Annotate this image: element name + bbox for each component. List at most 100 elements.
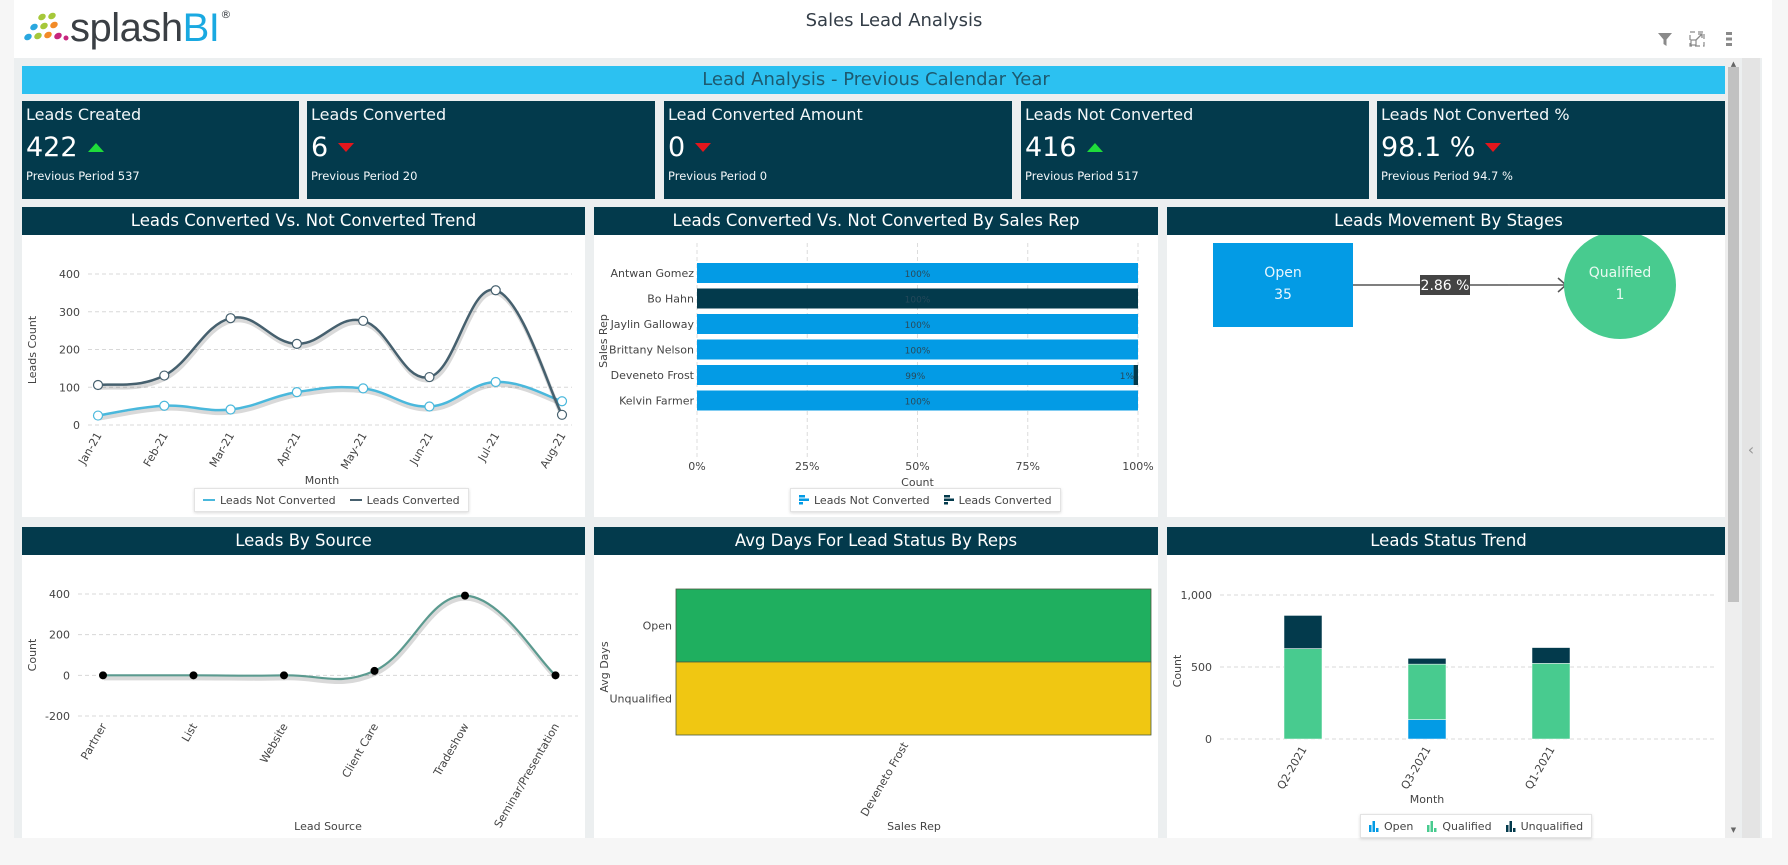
data-label: 100% [905, 270, 931, 280]
scrollbar-thumb[interactable] [1728, 67, 1739, 602]
panel-avg-days: Avg Days For Lead Status By Reps Open Unq… [594, 527, 1158, 838]
panel-status-trend: Leads Status Trend 0 500 1,000 Q2-2021 Q3-20… [1167, 527, 1730, 838]
series-line-converted [97, 288, 564, 416]
x-tick-label: Partner [78, 721, 109, 763]
trend-down-icon [1485, 143, 1502, 152]
x-tick-label: Client Care [339, 721, 381, 780]
y-tick-label: 400 [59, 268, 80, 281]
panel-title: Leads Movement By Stages [1167, 207, 1730, 235]
avg-days-chart[interactable]: Open Unqualified Deveneto Frost Sales Rep Av… [594, 555, 1158, 838]
kpi-previous: Previous Period 20 [311, 169, 418, 183]
bar-segment [1133, 365, 1138, 385]
series-shadow [98, 382, 564, 421]
panel-title: Leads Converted Vs. Not Converted By Sal… [594, 207, 1158, 235]
status-trend-chart[interactable]: 0 500 1,000 Q2-2021 Q3-2021 Q1-2021 Month Count [1167, 555, 1730, 838]
chevron-left-icon: ‹ [1747, 440, 1755, 459]
kpi-previous: Previous Period 537 [26, 169, 140, 183]
column-segment [1531, 663, 1571, 740]
data-point [99, 671, 107, 680]
y-tick-label: 0 [1205, 733, 1212, 746]
y-tick-label: Brittany Nelson [609, 344, 694, 357]
legend-item-open[interactable]: Open [1369, 820, 1413, 833]
panel-by-rep: Leads Converted Vs. Not Converted By Sal… [594, 207, 1158, 517]
trend-legend: Leads Not Converted Leads Converted [194, 488, 469, 512]
expand-side-panel-button[interactable]: ‹ [1742, 440, 1760, 460]
x-tick-label: 100% [1122, 460, 1153, 473]
legend-item-converted[interactable]: Leads Converted [943, 494, 1052, 507]
legend-item-not-converted[interactable]: Leads Not Converted [203, 494, 336, 507]
panel-title: Leads By Source [22, 527, 585, 555]
kpi-title: Leads Not Converted % [1381, 105, 1570, 124]
column-segment [1407, 719, 1447, 740]
y-axis-title: Count [1171, 654, 1184, 687]
legend-item-converted[interactable]: Leads Converted [349, 494, 460, 507]
y-tick-label: Jaylin Galloway [610, 318, 695, 331]
more-options-button[interactable] [1720, 30, 1738, 48]
panel-movement: Leads Movement By Stages Open 35 2.86 % … [1167, 207, 1730, 517]
kpi-leads-created[interactable]: Leads Created 422 Previous Period 537 [22, 101, 299, 199]
data-point [225, 404, 236, 415]
legend-item-qualified[interactable]: Qualified [1427, 820, 1492, 833]
y-tick-label: 100 [59, 381, 80, 394]
kpi-title: Leads Not Converted [1025, 105, 1194, 124]
conversion-rate-text: 2.86 % [1421, 278, 1470, 294]
source-chart[interactable]: -200 0 200 400 Partner List Website Client Care… [22, 555, 585, 838]
panel-title: Leads Converted Vs. Not Converted Trend [22, 207, 585, 235]
more-vertical-icon [1726, 32, 1732, 46]
kpi-lead-converted-amount[interactable]: Lead Converted Amount 0 Previous Period … [664, 101, 1012, 199]
movement-diagram: Open 35 2.86 % Qualified 1 [1213, 235, 1676, 339]
stage-open-label: Open [1264, 265, 1301, 281]
kpi-title: Leads Created [26, 105, 142, 124]
x-tick-label: 25% [795, 460, 819, 473]
x-tick-label: Apr-21 [274, 430, 303, 468]
scroll-up-button[interactable]: ▲ [1728, 60, 1739, 68]
x-tick-label: Q2-2021 [1275, 744, 1310, 792]
data-point [225, 313, 236, 324]
scroll-down-button[interactable]: ▼ [1728, 826, 1739, 834]
data-point [424, 371, 435, 383]
y-tick-label: Open [643, 620, 672, 633]
data-point [551, 671, 560, 680]
trend-chart[interactable]: 0 100 200 300 400 Jan-21 Feb-21 Mar-21 Apr-21 May… [22, 235, 585, 517]
y-tick-label: 500 [1191, 661, 1212, 674]
by-rep-legend: Leads Not Converted Leads Converted [790, 488, 1061, 512]
trend-down-icon [338, 143, 355, 152]
kpi-value: 98.1 % [1381, 132, 1476, 163]
legend-label: Leads Not Converted [220, 493, 336, 507]
data-point [189, 671, 198, 680]
data-point [280, 671, 288, 680]
data-point [291, 387, 302, 398]
x-tick-label: Jun-21 [407, 430, 436, 468]
side-strip [1762, 58, 1772, 838]
stage-qualified-value: 1 [1616, 287, 1625, 303]
data-label: 100% [905, 296, 931, 306]
data-label: 1% [1120, 372, 1135, 382]
y-axis-title: Sales Rep [597, 314, 610, 368]
kpi-leads-not-converted[interactable]: Leads Not Converted 416 Previous Period … [1021, 101, 1369, 199]
legend-item-unqualified[interactable]: Unqualified [1505, 819, 1584, 833]
kpi-value: 0 [668, 132, 686, 163]
kpi-leads-not-converted-pct[interactable]: Leads Not Converted % 98.1 % Previous Pe… [1377, 101, 1730, 199]
legend-label: Unqualified [1520, 819, 1584, 833]
legend-item-not-converted[interactable]: Leads Not Converted [799, 494, 930, 507]
y-tick-label: Kelvin Farmer [619, 395, 694, 408]
kpi-leads-converted[interactable]: Leads Converted 6 Previous Period 20 [307, 101, 655, 199]
panel-trend: Leads Converted Vs. Not Converted Trend … [22, 207, 585, 517]
trend-up-icon [1086, 143, 1103, 152]
data-point [92, 379, 104, 391]
data-point [92, 410, 104, 421]
expand-icon [1689, 31, 1705, 47]
dashboard-banner: Lead Analysis - Previous Calendar Year [22, 66, 1730, 94]
expand-button[interactable] [1688, 30, 1706, 48]
data-point [370, 666, 379, 675]
column-segment [1531, 647, 1571, 664]
x-tick-label: 0% [688, 460, 705, 473]
bar-legend-icon [799, 495, 809, 505]
stage-open-node[interactable] [1213, 243, 1353, 327]
filter-button[interactable] [1656, 30, 1674, 48]
trend-down-icon [695, 143, 712, 152]
page-title: Sales Lead Analysis [805, 10, 983, 31]
series-shadow [104, 596, 558, 685]
column-segment [1283, 615, 1323, 649]
by-rep-chart[interactable]: 0% 25% 50% 75% 100% Antwan Gomez 100% Bo Hahn 10… [594, 235, 1158, 517]
